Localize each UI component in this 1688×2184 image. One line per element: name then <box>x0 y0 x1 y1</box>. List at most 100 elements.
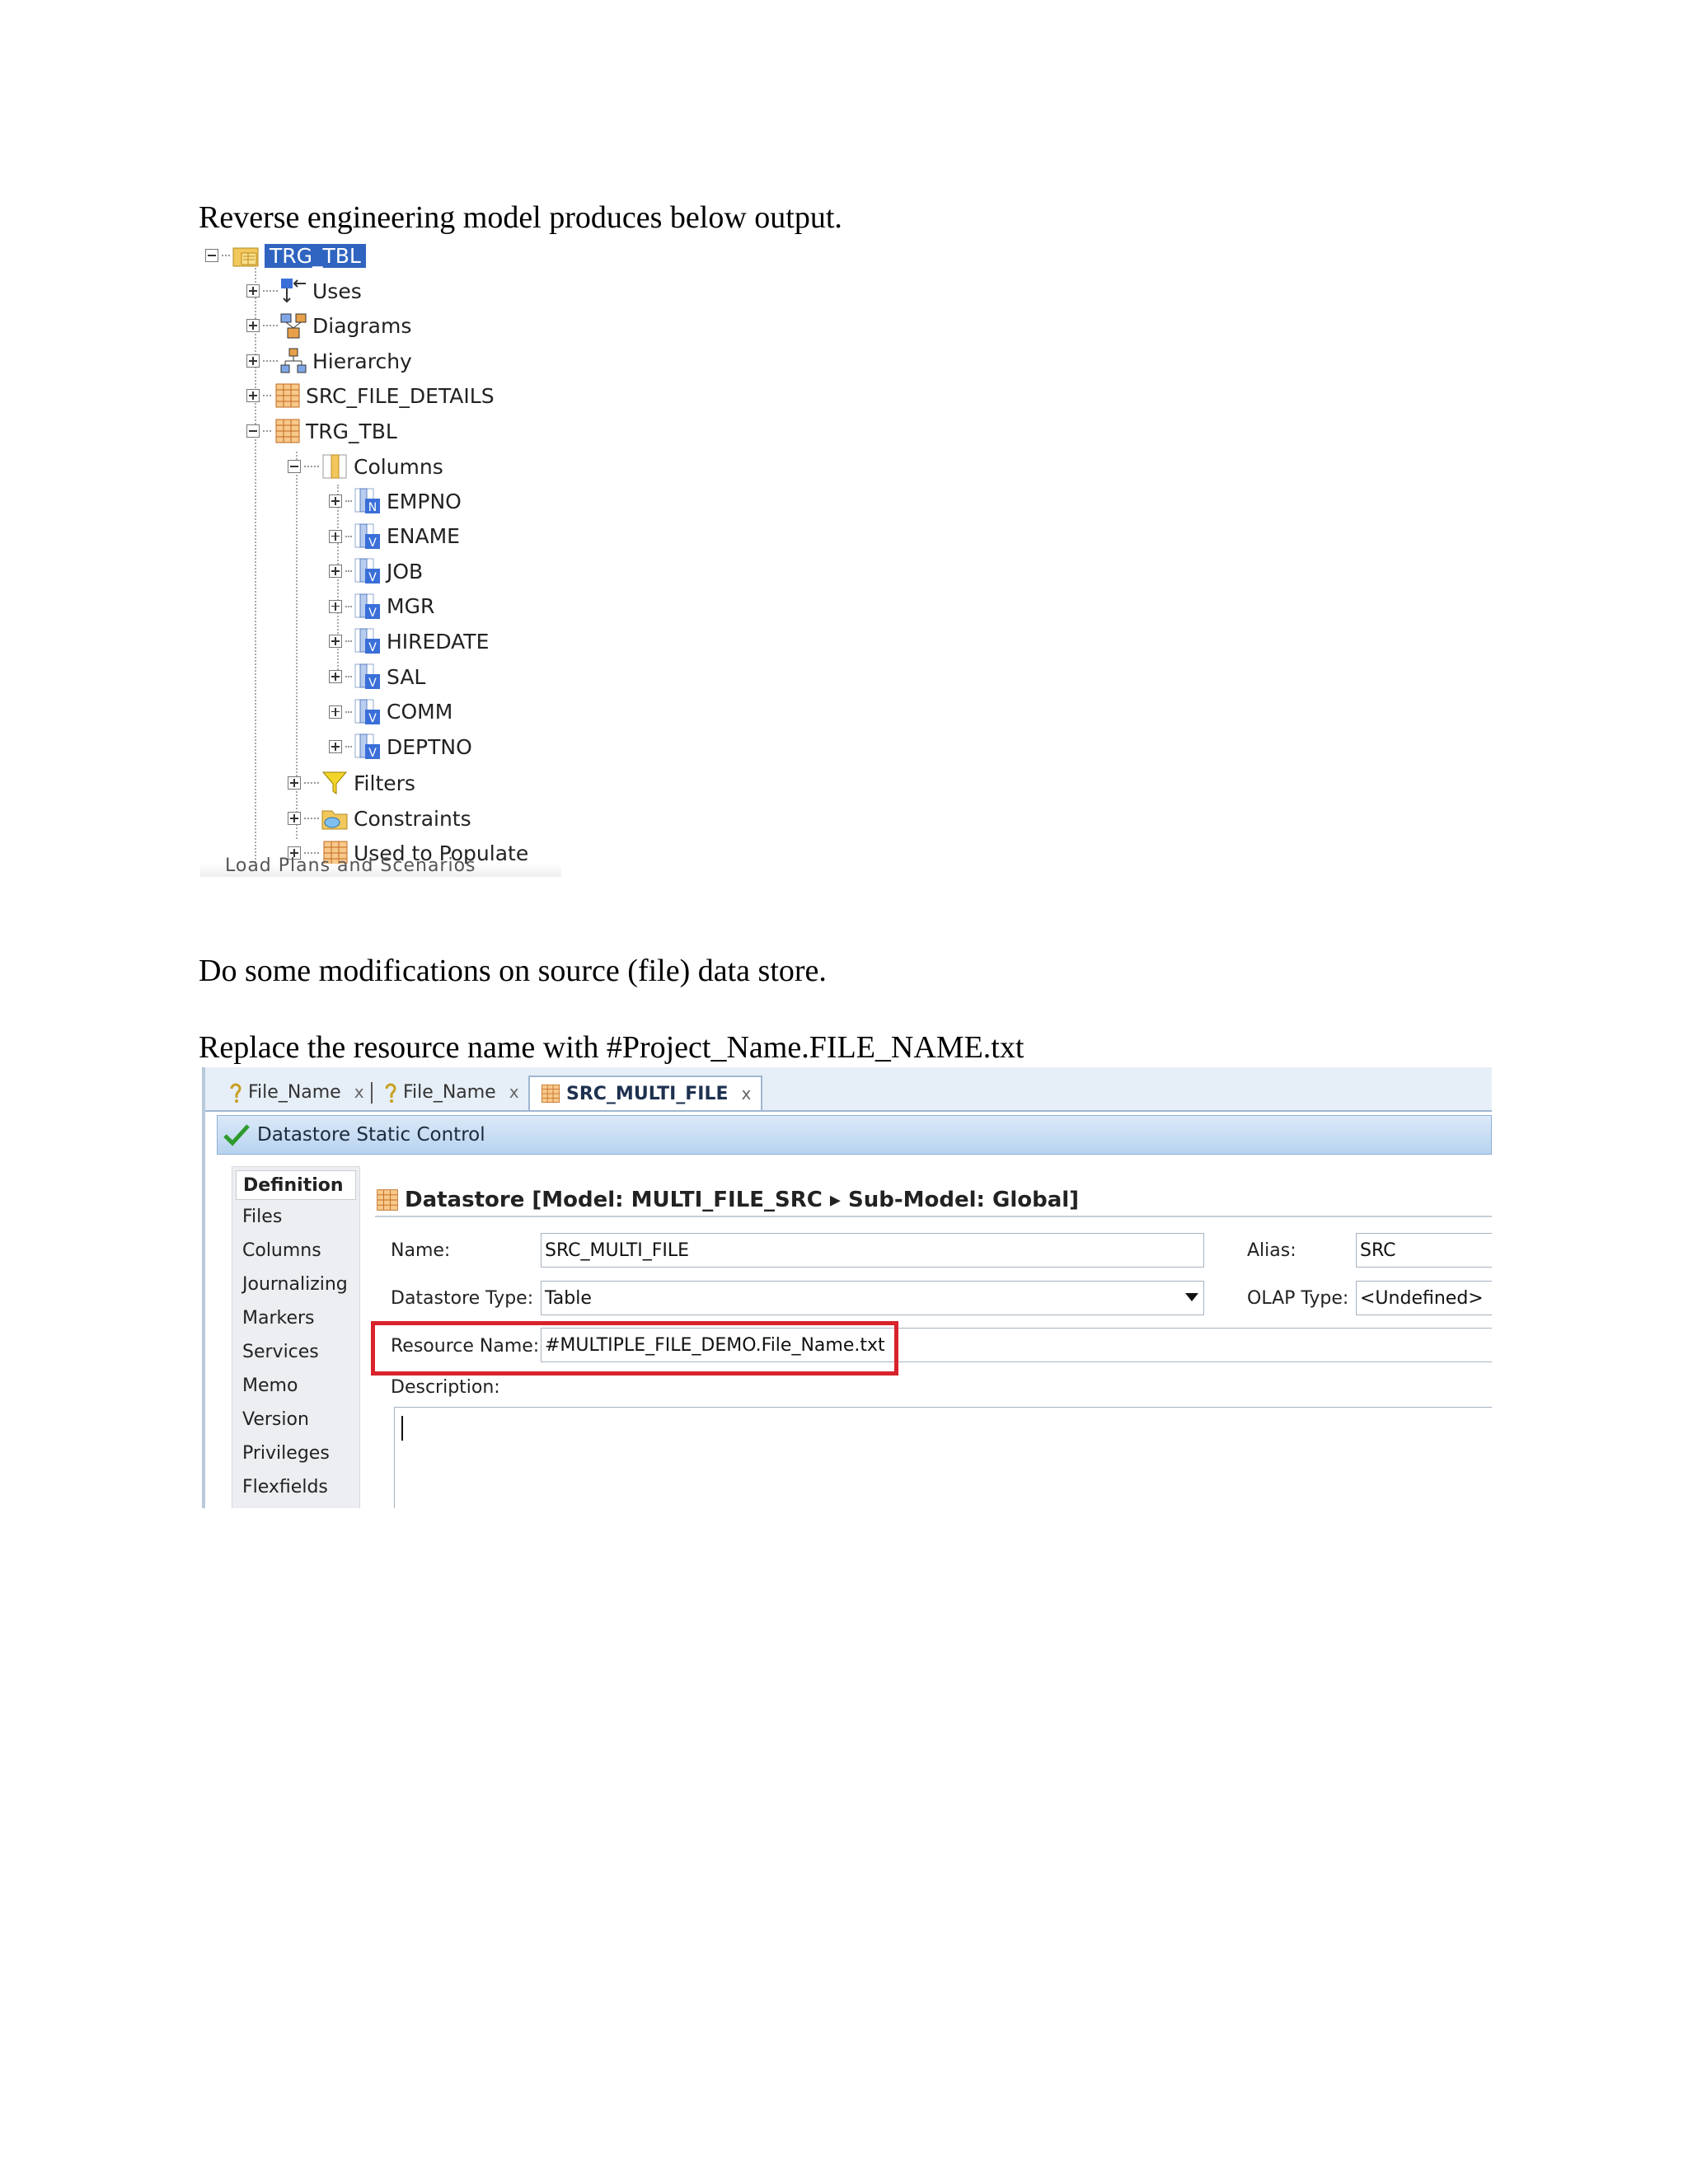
expand-icon[interactable] <box>329 635 342 649</box>
variable-icon <box>230 1083 241 1103</box>
model-tree-screenshot: TRG_TBL Uses Diagrams Hierarchy SRC_FILE… <box>200 237 561 877</box>
model-folder-icon <box>232 247 259 267</box>
expand-icon[interactable] <box>246 284 260 298</box>
diagrams-icon <box>280 313 307 339</box>
tab-label: File_Name <box>403 1081 496 1103</box>
variable-icon <box>385 1083 396 1103</box>
svg-text:V: V <box>368 712 377 725</box>
name-field[interactable]: SRC_MULTI_FILE <box>541 1233 1204 1268</box>
hierarchy-icon <box>280 348 307 373</box>
alias-field[interactable]: SRC <box>1356 1233 1492 1268</box>
filter-icon <box>321 771 348 794</box>
tree-label-filters: Filters <box>354 771 415 795</box>
cut-off-tree-label: Load Plans and Scenarios <box>225 855 476 876</box>
alias-label: Alias: <box>1247 1240 1296 1261</box>
tree-node-constraints[interactable]: Constraints <box>288 802 471 835</box>
tree-label-column: EMPNO <box>387 489 462 513</box>
expand-icon[interactable] <box>329 670 342 683</box>
column-icon: V <box>354 699 380 725</box>
datastore-icon <box>275 419 300 443</box>
tree-node-column[interactable]: V SAL <box>329 660 425 693</box>
collapse-icon[interactable] <box>288 460 301 473</box>
nav-item-flexfields[interactable]: Flexfields <box>232 1470 359 1504</box>
tree-node-trg-tbl[interactable]: TRG_TBL <box>246 415 397 448</box>
olap-type-select[interactable]: <Undefined> <box>1356 1281 1492 1315</box>
nav-item-definition[interactable]: Definition <box>236 1170 356 1200</box>
svg-text:V: V <box>368 747 377 760</box>
tab-label: File_Name <box>248 1081 341 1103</box>
svg-text:N: N <box>368 501 377 514</box>
nav-item-memo[interactable]: Memo <box>232 1369 359 1403</box>
name-label: Name: <box>391 1240 451 1261</box>
dropdown-arrow-icon[interactable] <box>1185 1293 1198 1301</box>
uses-icon <box>281 279 306 303</box>
expand-icon[interactable] <box>329 529 342 543</box>
nav-item-files[interactable]: Files <box>232 1200 359 1234</box>
editor-tab-bar: File_Name x File_Name x SRC_MULTI_FILE x <box>205 1067 1492 1112</box>
expand-icon[interactable] <box>329 565 342 579</box>
column-icon: V <box>354 733 380 760</box>
datastore-header: Datastore [Model: MULTI_FILE_SRC ▸ Sub-M… <box>375 1184 1492 1217</box>
tree-label-column: ENAME <box>387 524 460 549</box>
expand-icon[interactable] <box>329 740 342 754</box>
datastore-icon <box>275 383 300 408</box>
close-icon[interactable]: x <box>742 1084 752 1104</box>
tree-node-diagrams[interactable]: Diagrams <box>246 309 411 342</box>
tab-file-name-1[interactable]: File_Name x <box>228 1076 364 1108</box>
expand-icon[interactable] <box>246 319 260 332</box>
tab-label: SRC_MULTI_FILE <box>566 1083 729 1104</box>
tree-label-column: JOB <box>387 559 424 583</box>
tree-node-column[interactable]: V DEPTNO <box>329 730 472 763</box>
datastore-icon <box>541 1084 560 1104</box>
expand-icon[interactable] <box>329 494 342 508</box>
expand-icon[interactable] <box>288 812 301 825</box>
description-textarea[interactable] <box>394 1407 1492 1508</box>
tree-node-column[interactable]: V MGR <box>329 590 434 623</box>
svg-text:V: V <box>368 537 377 550</box>
tree-node-columns[interactable]: Columns <box>288 450 443 483</box>
close-icon[interactable]: x <box>354 1082 364 1102</box>
column-icon: V <box>354 558 380 584</box>
paragraph-replace-resource: Replace the resource name with #Project_… <box>199 1030 1025 1065</box>
column-icon: V <box>354 628 380 654</box>
tree-label-diagrams: Diagrams <box>312 313 412 338</box>
nav-item-services[interactable]: Services <box>232 1335 359 1369</box>
column-icon: V <box>354 523 380 550</box>
tree-label-hierarchy: Hierarchy <box>312 349 412 373</box>
expand-icon[interactable] <box>246 354 260 368</box>
tree-node-column[interactable]: V JOB <box>329 555 423 588</box>
tab-file-name-2[interactable]: File_Name x <box>383 1076 519 1108</box>
tree-node-column[interactable]: N EMPNO <box>329 485 462 518</box>
collapse-icon[interactable] <box>246 424 260 438</box>
paragraph-reverse-engineering: Reverse engineering model produces below… <box>199 200 842 235</box>
expand-icon[interactable] <box>246 389 260 402</box>
tree-node-root[interactable]: TRG_TBL <box>205 239 366 272</box>
tree-label-src-file-details: SRC_FILE_DETAILS <box>306 383 495 408</box>
text-caret <box>401 1416 403 1441</box>
expand-icon[interactable] <box>329 599 342 613</box>
nav-item-markers[interactable]: Markers <box>232 1301 359 1335</box>
expand-icon[interactable] <box>329 705 342 719</box>
tree-label-column: COMM <box>387 700 453 724</box>
tree-node-uses[interactable]: Uses <box>246 274 362 307</box>
svg-text:V: V <box>368 677 377 690</box>
tree-node-src-file-details[interactable]: SRC_FILE_DETAILS <box>246 379 495 412</box>
collapse-icon[interactable] <box>205 249 218 262</box>
nav-item-version[interactable]: Version <box>232 1403 359 1436</box>
datastore-type-select[interactable]: Table <box>541 1281 1204 1315</box>
svg-text:V: V <box>368 641 377 654</box>
datastore-icon <box>377 1189 398 1211</box>
close-icon[interactable]: x <box>509 1082 519 1102</box>
column-icon: V <box>354 593 380 620</box>
tree-label-column: DEPTNO <box>387 734 472 759</box>
nav-item-privileges[interactable]: Privileges <box>232 1436 359 1470</box>
nav-item-journalizing[interactable]: Journalizing <box>232 1268 359 1301</box>
tree-node-column[interactable]: V COMM <box>329 696 452 729</box>
tree-node-column[interactable]: V ENAME <box>329 520 460 553</box>
tab-src-multi-file[interactable]: SRC_MULTI_FILE x <box>528 1076 763 1110</box>
tree-node-filters[interactable]: Filters <box>288 766 415 799</box>
nav-item-columns[interactable]: Columns <box>232 1234 359 1268</box>
tree-node-hierarchy[interactable]: Hierarchy <box>246 344 412 377</box>
tree-node-column[interactable]: V HIREDATE <box>329 625 489 658</box>
expand-icon[interactable] <box>288 776 301 790</box>
